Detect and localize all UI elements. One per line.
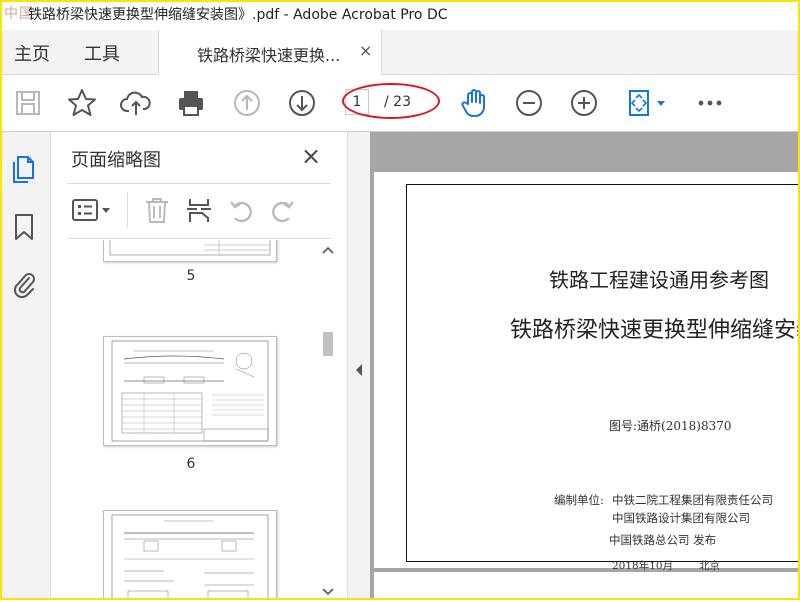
attachments-icon[interactable] (10, 268, 38, 298)
window-title: 铁路桥梁快速更换型伸缩缝安装图》.pdf - Adobe Acrobat Pro… (28, 7, 448, 23)
hand-tool-icon[interactable] (458, 87, 490, 119)
page-thumbnails-icon[interactable] (10, 154, 38, 184)
collapse-arrow-icon[interactable] (354, 362, 364, 378)
title-bar: 中国 铁路桥梁快速更换型伸缩缝安装图》.pdf - Adobe Acrobat … (0, 0, 800, 28)
page-up-icon[interactable] (231, 87, 263, 119)
panel-title: 页面缩略图 (71, 150, 161, 171)
print-icon[interactable] (175, 87, 207, 119)
thumbnail-page-number: 5 (186, 268, 196, 284)
publisher: 中国铁路总公司 发布 (609, 533, 717, 547)
toolbar: 1 / 23 (0, 75, 800, 132)
document-tab-label: 铁路桥梁快速更换... (197, 46, 341, 65)
divider (67, 183, 331, 184)
page-thumbnail[interactable] (103, 510, 277, 600)
drawing-number: 图号:通桥(2018)8370 (609, 419, 732, 433)
save-icon[interactable] (12, 87, 44, 119)
page-thumbnail[interactable] (103, 336, 277, 446)
thumbnail-options-icon[interactable] (71, 196, 115, 224)
bookmarks-icon[interactable] (10, 212, 38, 242)
publish-date: 2018年10月 (612, 560, 674, 572)
compiler-label: 编制单位: (554, 493, 604, 507)
panel-collapse-handle[interactable] (348, 132, 370, 600)
upload-cloud-icon[interactable] (120, 87, 152, 119)
document-heading-2: 铁路桥梁快速更换型伸缩缝安装 (510, 318, 800, 343)
more-icon[interactable] (694, 87, 726, 119)
thumbnail-list: 5 6 (51, 240, 331, 600)
tools-tab[interactable]: 工具 (84, 40, 120, 66)
thumbnail-page-number: 6 (186, 456, 196, 472)
fit-page-icon[interactable] (624, 87, 668, 119)
document-tab[interactable]: 铁路桥梁快速更换... × (158, 30, 382, 75)
compiler-org-2: 中国铁路设计集团有限公司 (612, 511, 750, 525)
next-pdf-page (374, 572, 800, 602)
rotate-left-icon[interactable] (227, 196, 255, 224)
close-icon[interactable]: × (359, 41, 372, 60)
divider (127, 192, 128, 228)
scroll-down-icon[interactable] (320, 586, 336, 598)
zoom-in-icon[interactable] (568, 87, 600, 119)
thumbnail-scrollbar[interactable] (320, 244, 336, 600)
scroll-up-icon[interactable] (320, 244, 336, 256)
menu-bar: 主页 工具 铁路桥梁快速更换... × (0, 30, 800, 75)
delete-icon[interactable] (143, 196, 171, 224)
home-tab[interactable]: 主页 (14, 40, 50, 66)
document-heading-1: 铁路工程建设通用参考图 (549, 268, 769, 292)
insert-page-icon[interactable] (185, 196, 213, 224)
rotate-right-icon[interactable] (269, 196, 297, 224)
publish-place: 北京 (699, 560, 720, 572)
compiler-org-1: 中铁二院工程集团有限责任公司 (612, 493, 773, 507)
page-thumbnail[interactable] (103, 240, 277, 262)
bookmark-star-icon[interactable] (66, 87, 98, 119)
red-highlight-circle (342, 83, 440, 119)
page-thumbnails-panel: 页面缩略图 × 5 6 (51, 132, 348, 600)
close-icon[interactable]: × (301, 142, 321, 170)
thumbnail-toolbar (67, 192, 331, 228)
pdf-page: 铁路工程建设通用参考图 铁路桥梁快速更换型伸缩缝安装 图号:通桥(2018)83… (374, 172, 800, 572)
document-view[interactable]: 铁路工程建设通用参考图 铁路桥梁快速更换型伸缩缝安装 图号:通桥(2018)83… (370, 132, 800, 602)
scrollbar-thumb[interactable] (323, 332, 333, 356)
zoom-out-icon[interactable] (513, 87, 545, 119)
page-down-icon[interactable] (286, 87, 318, 119)
divider (67, 238, 331, 239)
navigation-rail (0, 132, 51, 600)
